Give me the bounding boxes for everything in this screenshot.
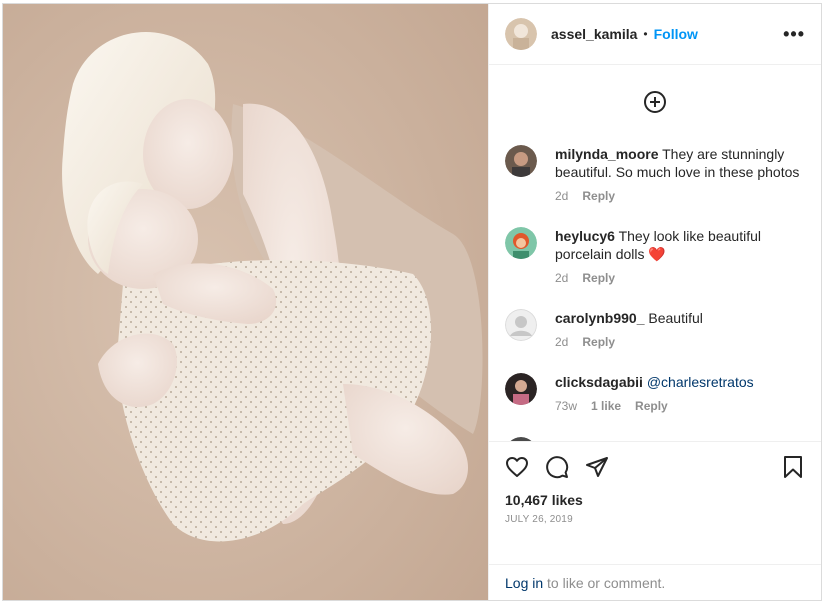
login-link[interactable]: Log in — [505, 575, 543, 591]
action-bar — [489, 442, 821, 492]
comment-body: clicksdagabii @charlesretratos 73w 1 lik… — [555, 373, 805, 413]
comment-body: heylucy6 They look like beautiful porcel… — [555, 227, 805, 285]
comment-body: carolynb990_ Beautiful 2d Reply — [555, 309, 805, 349]
comment-icon[interactable] — [545, 455, 569, 479]
reply-button[interactable]: Reply — [582, 271, 615, 285]
reply-button[interactable]: Reply — [582, 189, 615, 203]
comment-meta: 2d Reply — [555, 189, 805, 203]
comment-body: milynda_moore They are stunningly beauti… — [555, 145, 805, 203]
heart-icon[interactable] — [505, 455, 529, 479]
comment-meta: 2d Reply — [555, 335, 805, 349]
comment-username[interactable]: carolynb990_ — [555, 310, 645, 326]
comment-username[interactable]: milynda_moore — [555, 146, 658, 162]
comment-mention[interactable]: @charlesretratos — [647, 374, 754, 390]
commenter-avatar[interactable] — [505, 227, 537, 259]
plus-circle-icon[interactable] — [643, 90, 667, 114]
comment-time[interactable]: 73w — [555, 399, 577, 413]
comment-time[interactable]: 2d — [555, 189, 568, 203]
separator-dot: • — [643, 27, 648, 41]
post-side-panel: assel_kamila • Follow ••• milynda_moore … — [488, 4, 821, 600]
comment-time[interactable]: 2d — [555, 335, 568, 349]
comment-text: clicksdagabii @charlesretratos — [555, 373, 805, 391]
login-prompt: Log in to like or comment. — [489, 564, 821, 600]
reply-button[interactable]: Reply — [582, 335, 615, 349]
author-avatar[interactable] — [505, 18, 537, 50]
more-options-icon[interactable]: ••• — [783, 25, 805, 43]
comment-like-count[interactable]: 1 like — [591, 399, 621, 413]
comment-meta: 73w 1 like Reply — [555, 399, 805, 413]
comment-item: clicksdagabii @charlesretratos 73w 1 lik… — [489, 373, 821, 413]
author-username[interactable]: assel_kamila — [551, 26, 637, 42]
post-dialog: assel_kamila • Follow ••• milynda_moore … — [2, 3, 822, 601]
post-photo[interactable] — [3, 4, 488, 600]
comments-list[interactable]: milynda_moore They are stunningly beauti… — [489, 65, 821, 441]
commenter-avatar[interactable] — [505, 145, 537, 177]
follow-button[interactable]: Follow — [654, 26, 698, 42]
comment-meta: 2d Reply — [555, 271, 805, 285]
comment-item: carolynb990_ Beautiful 2d Reply — [489, 309, 821, 349]
post-date[interactable]: JULY 26, 2019 — [489, 514, 821, 525]
comment-item: milynda_moore They are stunningly beauti… — [489, 145, 821, 203]
like-count[interactable]: 10,467 likes — [489, 492, 821, 508]
comment-text: carolynb990_ Beautiful — [555, 309, 805, 327]
post-actions-area: 10,467 likes JULY 26, 2019 — [489, 441, 821, 564]
commenter-avatar[interactable] — [505, 373, 537, 405]
comment-username[interactable]: clicksdagabii — [555, 374, 643, 390]
share-icon[interactable] — [585, 455, 609, 479]
commenter-avatar[interactable] — [505, 309, 537, 341]
comment-message: Beautiful — [648, 310, 703, 326]
login-prompt-text: to like or comment. — [543, 574, 666, 591]
post-header: assel_kamila • Follow ••• — [489, 4, 821, 65]
photo-illustration — [3, 4, 488, 600]
bookmark-icon[interactable] — [781, 455, 805, 479]
red-heart-emoji: ❤️ — [648, 246, 666, 262]
reply-button[interactable]: Reply — [635, 399, 668, 413]
comment-text: heylucy6 They look like beautiful porcel… — [555, 227, 805, 263]
comment-text: milynda_moore They are stunningly beauti… — [555, 145, 805, 181]
comment-username[interactable]: heylucy6 — [555, 228, 615, 244]
comment-item: heylucy6 They look like beautiful porcel… — [489, 227, 821, 285]
load-more-comments — [489, 65, 821, 139]
comment-time[interactable]: 2d — [555, 271, 568, 285]
